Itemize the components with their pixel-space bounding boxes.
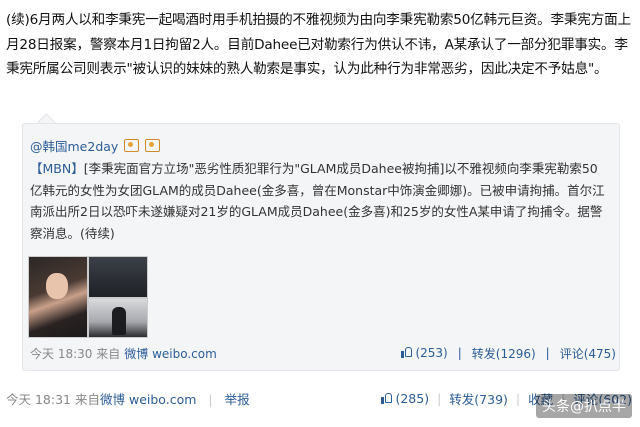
thumbnail-image[interactable] [88,298,148,338]
source-prefix: 来自 [74,391,100,407]
person-shape [112,307,126,335]
verified-icon [124,139,140,152]
thumbs-up-icon [381,392,393,404]
like-button[interactable]: (253) [401,346,448,360]
quoted-text: 【MBN】[李秉宪面官方立场"恶劣性质犯罪行为"GLAM成员Dahee被拘捕]以… [30,158,608,244]
member-icon [145,139,161,152]
thumbnail-image[interactable] [28,256,88,338]
source-link[interactable]: 微博 weibo.com [100,392,196,407]
author-name[interactable]: @韩国me2day [30,136,118,155]
like-button[interactable]: (285) [381,391,429,406]
post-time[interactable]: 今天 18:31 [6,392,71,407]
repost-button[interactable]: 转发(739) [449,389,508,408]
source-tag[interactable]: 【MBN】 [30,161,84,176]
face-shape [46,273,68,299]
report-link[interactable]: 举报 [225,392,250,407]
quoted-time[interactable]: 今天 18:30 [30,347,92,361]
quoted-meta: 今天 18:30 来自 微博 weibo.com (253) | 转发(1296)… [30,345,616,362]
comment-button[interactable]: 评论(475) [560,345,616,362]
source-prefix: 来自 [96,346,121,361]
source-link[interactable]: 微博 weibo.com [124,347,217,361]
quoted-author[interactable]: @韩国me2day [30,136,161,155]
quoted-body: [李秉宪面官方立场"恶劣性质犯罪行为"GLAM成员Dahee被拘捕]以不雅视频向… [30,161,605,241]
post-text: (续)6月两人以和李秉宪一起喝酒时用手机拍摄的不雅视频为由向李秉宪勒索50亿韩元… [6,12,631,77]
thumbs-up-icon [401,346,413,358]
repost-button[interactable]: 转发(1296) [472,345,536,362]
watermark: 头条@扒点半 [536,394,632,418]
thumbnail-image[interactable] [88,256,148,298]
